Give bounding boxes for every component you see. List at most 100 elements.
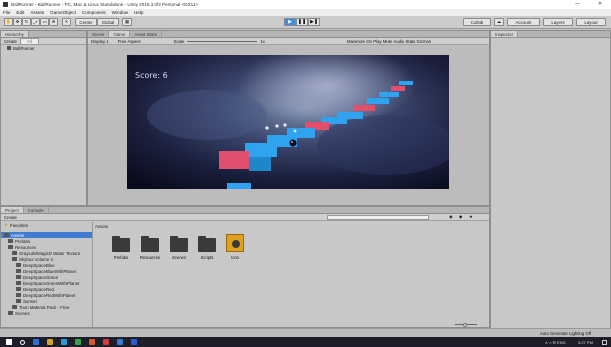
taskbar-app-icon[interactable]: [61, 339, 67, 345]
tab-asset-store[interactable]: Asset Store: [130, 31, 163, 37]
scale-tool-button[interactable]: ⤢: [31, 18, 40, 26]
move-tool-button[interactable]: ✥: [13, 18, 22, 26]
pivot-toggle[interactable]: Center: [75, 18, 97, 26]
folder-icon: [16, 269, 21, 273]
folder-icon: [141, 236, 159, 252]
grid-snap-button[interactable]: ▦: [122, 18, 132, 26]
asset-icon-image[interactable]: Icon: [221, 234, 249, 260]
rotate-tool-button[interactable]: ↻: [22, 18, 31, 26]
asset-folder-resources[interactable]: Resources: [136, 236, 164, 260]
close-button[interactable]: ✕: [598, 1, 602, 7]
start-button-icon[interactable]: [6, 339, 12, 345]
folder-icon: [16, 281, 21, 285]
folder-tree-label: Skybox Volume 2: [19, 256, 53, 262]
folder-tree-label: DeepSpaceBlue: [23, 262, 55, 268]
menu-window[interactable]: Window: [112, 10, 128, 15]
layout-dropdown[interactable]: Layout: [576, 18, 606, 26]
hierarchy-create-button[interactable]: Create: [4, 39, 17, 44]
tab-scene[interactable]: Scene: [88, 31, 110, 37]
window-title: BallRunner - BallRunner - PC, Mac & Linu…: [11, 2, 199, 7]
folder-icon: [16, 287, 21, 291]
window-title-bar: BallRunner - BallRunner - PC, Mac & Linu…: [0, 0, 611, 9]
menu-help[interactable]: Help: [134, 10, 143, 15]
game-render: [127, 55, 449, 189]
rect-tool-button[interactable]: ▭: [40, 18, 49, 26]
menu-gameobject[interactable]: GameObject: [50, 10, 76, 15]
folder-icon: [8, 245, 13, 249]
layers-dropdown[interactable]: Layers: [543, 18, 573, 26]
system-tray[interactable]: ∧ ⌂ ✉ ENG: [545, 340, 566, 345]
unity-scene-icon: [7, 46, 11, 50]
taskbar-app-icon[interactable]: [117, 339, 123, 345]
game-viewport[interactable]: Score: 6: [127, 55, 449, 189]
taskbar-app-icon[interactable]: [103, 339, 109, 345]
folder-tree-label: Prefabs: [15, 238, 31, 244]
taskbar-app-icon[interactable]: [89, 339, 95, 345]
tab-project[interactable]: Project: [1, 207, 24, 213]
game-view-options[interactable]: Maximize On Play Mute Audio Stats Gizmos: [347, 39, 431, 44]
playback-controls: ▶ ❚❚ ▶❚: [284, 18, 320, 26]
scene-root-item[interactable]: BallRunner: [1, 45, 86, 51]
menu-file[interactable]: File: [3, 10, 10, 15]
filter-by-type-icon[interactable]: ◉: [449, 214, 453, 220]
play-button[interactable]: ▶: [284, 18, 296, 26]
tab-console[interactable]: Console: [24, 207, 49, 213]
folder-tree-label: Toon Material Pack - Free: [19, 304, 70, 310]
project-breadcrumb[interactable]: Assets: [95, 223, 108, 229]
filter-by-label-icon[interactable]: ◆: [459, 214, 462, 220]
collab-dropdown[interactable]: Collab: [463, 18, 491, 26]
hand-tool-button[interactable]: ✋: [4, 18, 13, 26]
tab-game[interactable]: Game: [109, 31, 131, 37]
asset-folder-scripts[interactable]: Scripts: [193, 236, 221, 260]
player-ball: [289, 139, 297, 147]
project-create-button[interactable]: Create: [4, 215, 17, 220]
menu-assets[interactable]: Assets: [30, 10, 44, 15]
folder-tree-label: Resources: [15, 244, 36, 250]
hierarchy-search-input[interactable]: All: [19, 37, 39, 45]
minimize-button[interactable]: —: [575, 1, 580, 7]
taskbar-app-icon[interactable]: [131, 339, 137, 345]
step-button[interactable]: ▶❚: [308, 18, 320, 26]
main-toolbar: ✋ ✥ ↻ ⤢ ▭ ⊕ ✕ Center Global ▦ ▶ ❚❚ ▶❚ Co…: [0, 16, 611, 29]
asset-folder-scenes[interactable]: Scenes: [165, 236, 193, 260]
project-toolbar: Create ◉ ◆ ★: [1, 214, 489, 221]
asset-folder-prefabs[interactable]: Prefabs: [107, 236, 135, 260]
pause-button[interactable]: ❚❚: [296, 18, 308, 26]
score-label: Score: 6: [135, 71, 168, 80]
menu-edit[interactable]: Edit: [16, 10, 24, 15]
clock[interactable]: 3:27 PM: [578, 340, 593, 345]
display-dropdown[interactable]: Display 1: [91, 39, 109, 44]
favorites-item[interactable]: ★ Favorites: [1, 222, 92, 228]
project-search-input[interactable]: [327, 214, 429, 220]
folder-tree-item[interactable]: Scenes: [1, 310, 92, 316]
favorites-star-icon: ★: [4, 222, 8, 227]
taskbar-app-icon[interactable]: [75, 339, 81, 345]
status-bar: Auto Generate Lighting Off: [0, 328, 611, 337]
project-tab-row: Project Console: [1, 207, 489, 214]
folder-icon: [198, 236, 216, 252]
tab-inspector[interactable]: Inspector: [491, 31, 519, 37]
notifications-icon[interactable]: [602, 339, 607, 345]
space-toggle[interactable]: Global: [97, 18, 119, 26]
project-panel: Project Console Create ◉ ◆ ★ ★ Favorites…: [0, 206, 490, 328]
custom-tool-button[interactable]: ✕: [62, 18, 71, 26]
favorite-star-icon[interactable]: ★: [469, 214, 473, 220]
asset-label: Scenes: [172, 255, 186, 260]
unity-app-icon: [3, 2, 8, 7]
game-view-toolbar: Display 1 Free Aspect Scale 1x Maximize …: [88, 38, 489, 45]
account-dropdown[interactable]: Account: [507, 18, 540, 26]
folder-tree-label: Assets: [11, 232, 25, 238]
transform-tool-button[interactable]: ⊕: [49, 18, 58, 26]
scale-slider[interactable]: [187, 40, 258, 42]
taskbar-app-icon[interactable]: [47, 339, 53, 345]
menu-component[interactable]: Component: [82, 10, 106, 15]
center-tab-row: Scene Game Asset Store: [88, 31, 489, 38]
aspect-dropdown[interactable]: Free Aspect: [118, 39, 141, 44]
taskbar-app-icon[interactable]: [33, 339, 39, 345]
tab-hierarchy[interactable]: Hierarchy: [1, 31, 29, 37]
cloud-button[interactable]: ☁: [494, 18, 504, 26]
asset-label: Resources: [139, 255, 160, 260]
folder-tree-label: DeepSpaceGreenWithPlanet: [23, 280, 80, 286]
hierarchy-tab-row: Hierarchy: [1, 31, 86, 38]
thumbnail-size-slider[interactable]: [455, 322, 477, 327]
